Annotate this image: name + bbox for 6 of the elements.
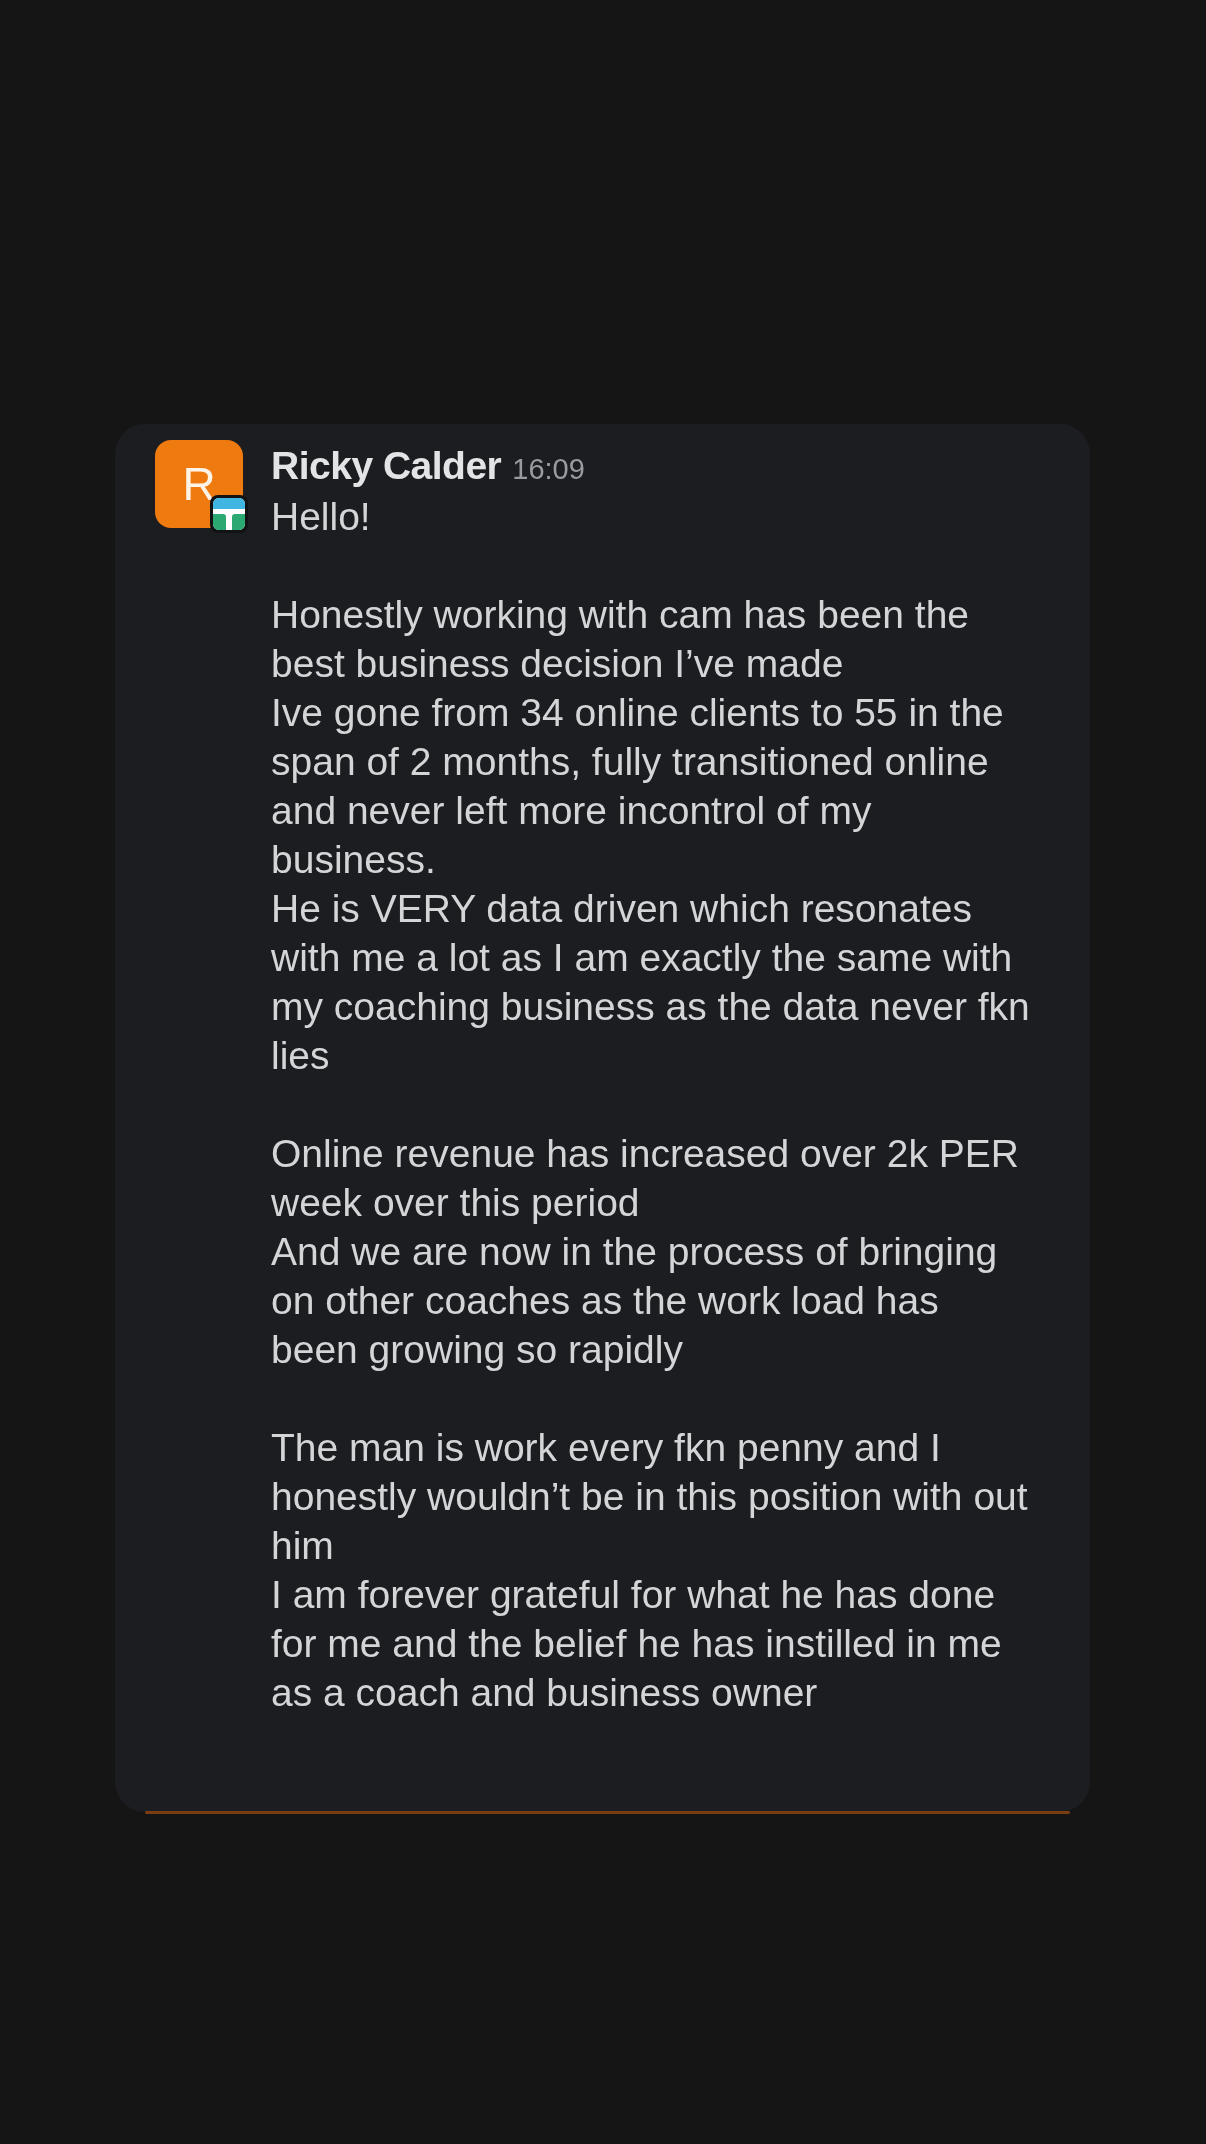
message-paragraph: Honestly working with cam has been the best business decision I’ve made Ive gone from 34 online clients to 55 in the span of 2 months, fully transitioned online and never left more incontrol of my business. He is VERY data driven which resonates with me a lot as I am exactly the same with my coaching business as the data never fkn lies <box>271 592 1031 1079</box>
message-paragraph: The man is work every fkn penny and I honestly wouldn’t be in this position with out him I am forever grateful for what he has done for me and the belief he has instilled in me as a coach and business owner <box>271 1425 1029 1716</box>
message-paragraph: Online revenue has increased over 2k PER week over this period And we are now in the process of bringing on other coaches as the work load has been growing so rapidly <box>271 1131 1020 1373</box>
author-name[interactable]: Ricky Calder <box>271 440 502 492</box>
message-time: 16:09 <box>512 452 585 487</box>
message-paragraph: Hello! <box>271 494 372 540</box>
